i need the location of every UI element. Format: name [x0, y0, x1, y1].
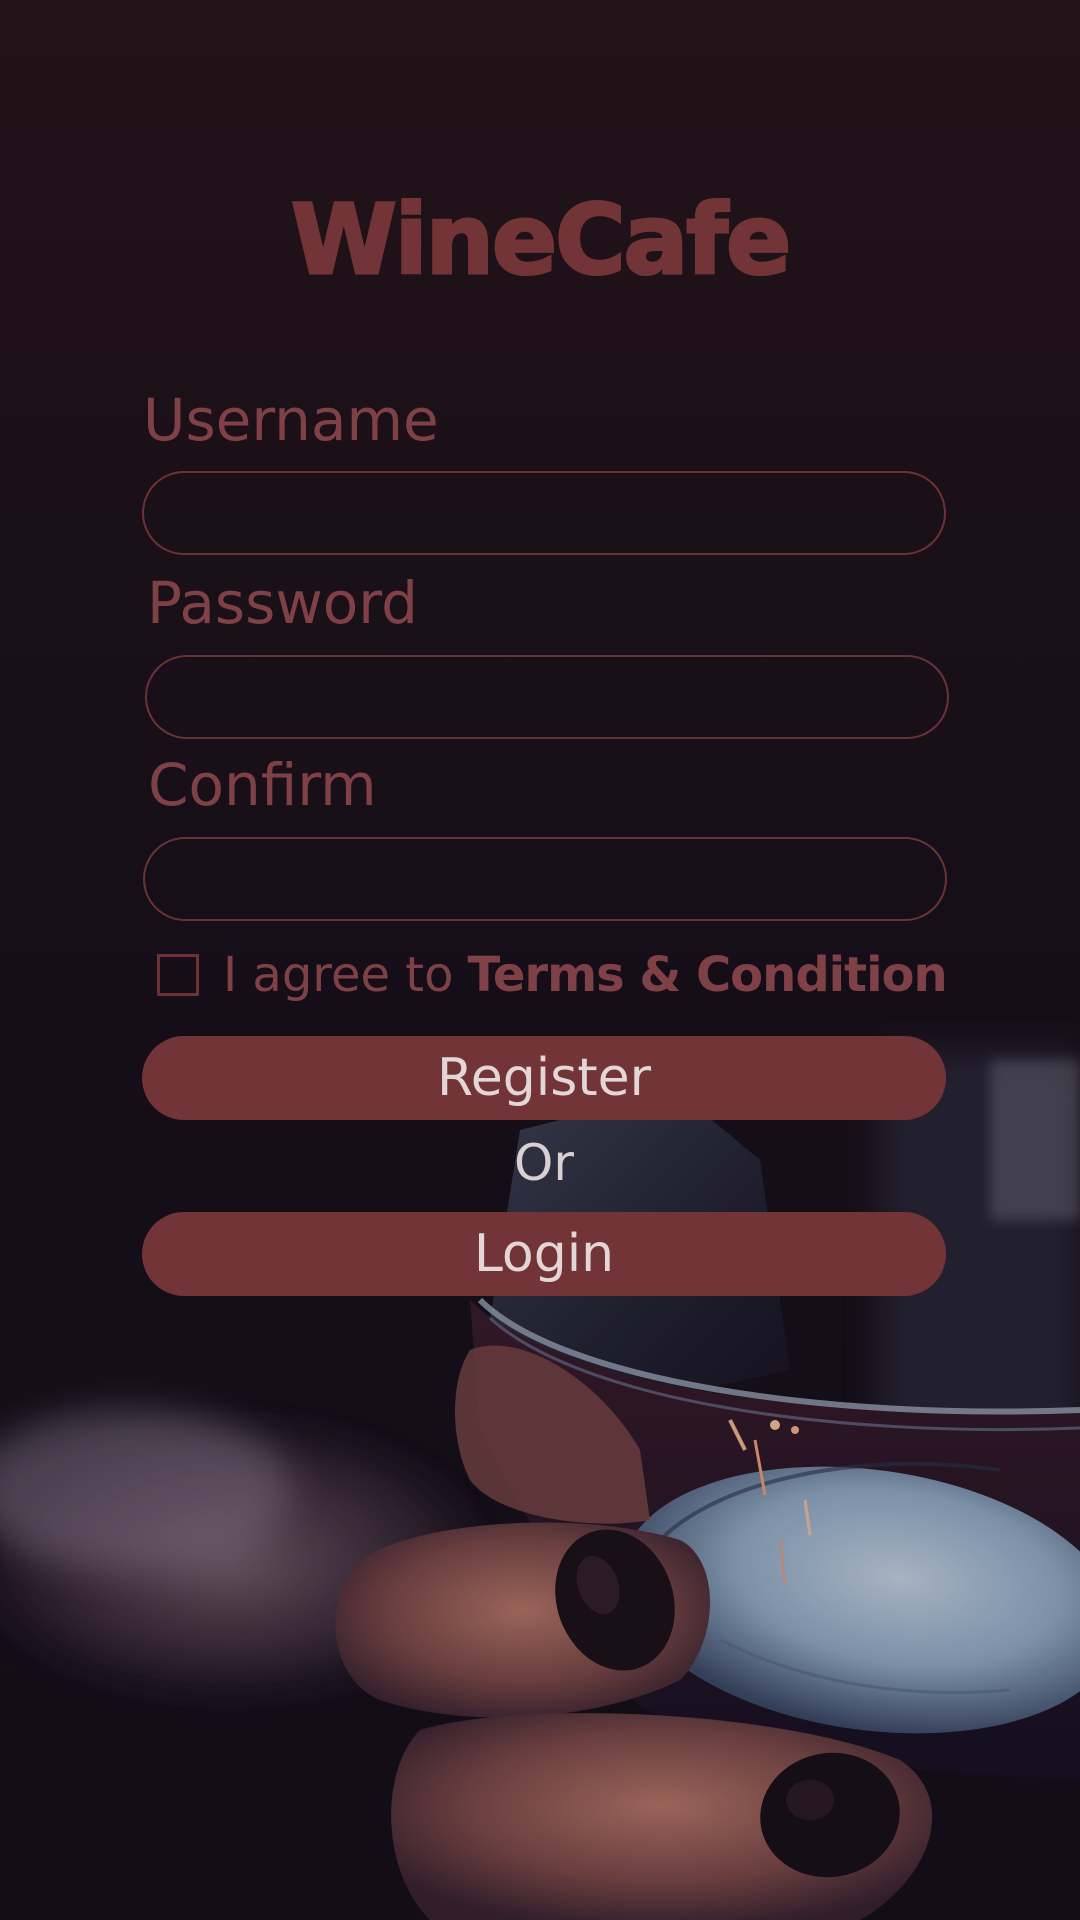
login-button[interactable]: Login — [142, 1212, 946, 1296]
password-label: Password — [147, 569, 418, 637]
agree-text: I agree to — [223, 947, 454, 1003]
register-screen: WineCafe Username Password Confirm I agr… — [0, 0, 1080, 1920]
app-logo: WineCafe — [289, 184, 792, 297]
or-separator: Or — [514, 1134, 574, 1192]
terms-agreement-row: I agree to Terms & Condition — [157, 945, 948, 1005]
username-label: Username — [143, 386, 439, 454]
password-input[interactable] — [145, 655, 949, 739]
confirm-password-input[interactable] — [143, 837, 947, 921]
terms-link[interactable]: Terms & Condition — [467, 947, 947, 1003]
confirm-label: Confirm — [148, 751, 377, 819]
terms-checkbox[interactable] — [157, 954, 199, 996]
register-button[interactable]: Register — [142, 1036, 946, 1120]
username-input[interactable] — [142, 471, 946, 555]
